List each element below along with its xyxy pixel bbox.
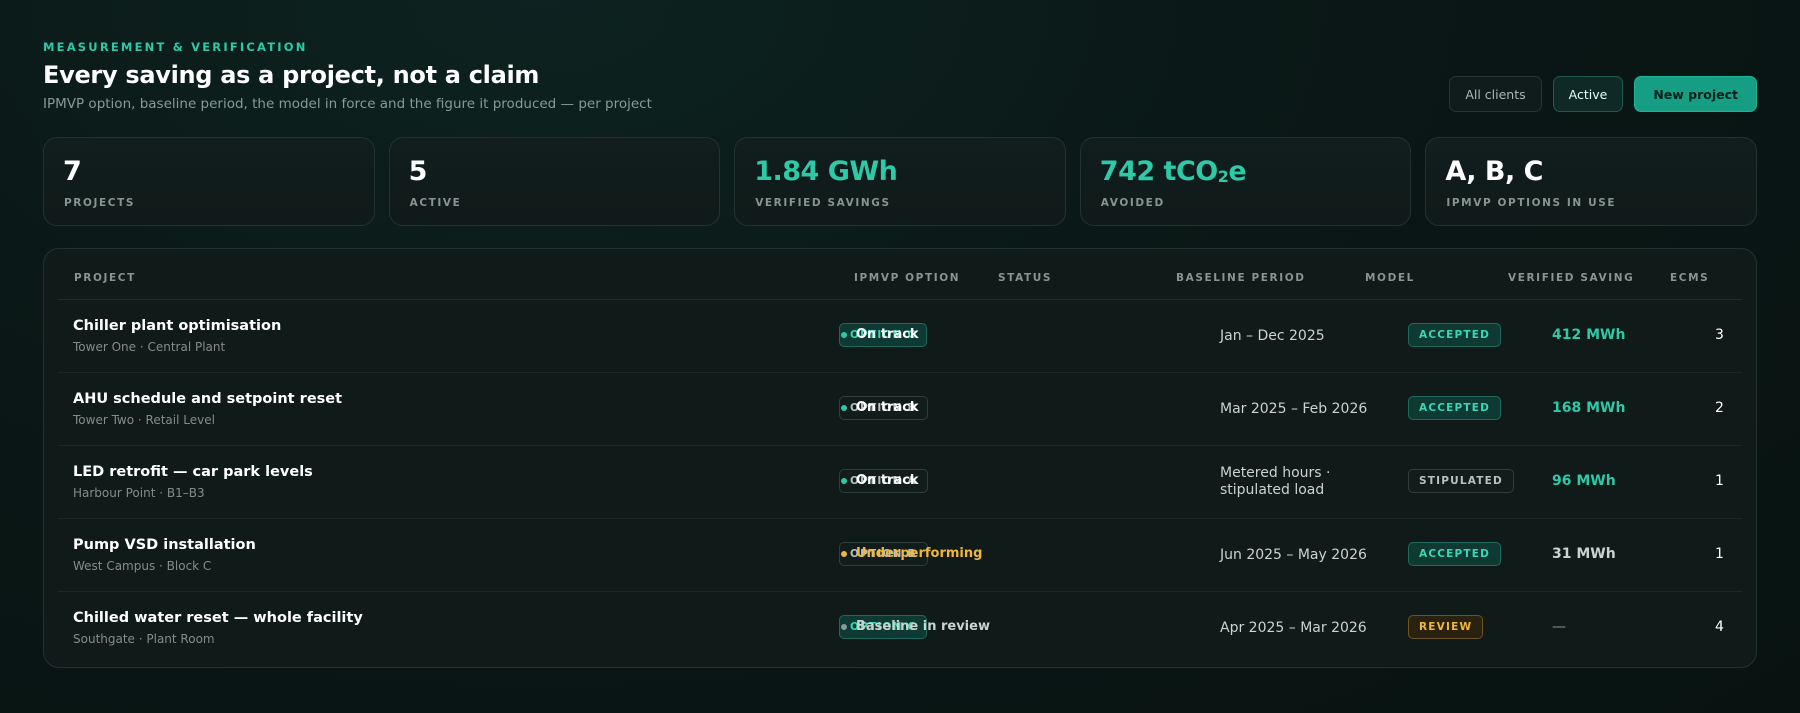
stat-value: 5: [408, 156, 428, 187]
status-dot-icon: [841, 550, 847, 557]
stat-value-subscript: 2: [1217, 167, 1229, 186]
project-name: Pump VSD installation: [73, 537, 256, 553]
ecms-count: 4: [1715, 619, 1724, 635]
section-eyebrow: MEASUREMENT & VERIFICATION: [43, 40, 308, 54]
status-text: On track: [856, 400, 919, 415]
stat-card-avoided: 742 tCO2e AVOIDED: [1079, 137, 1412, 226]
ecms-count: 1: [1715, 546, 1724, 562]
stat-value: 7: [63, 156, 82, 187]
model-badge: ACCEPTED: [1408, 542, 1502, 566]
projects-table: PROJECT IPMVP OPTION STATUS BASELINE PER…: [43, 248, 1757, 668]
stat-label: IPMVP OPTIONS IN USE: [1446, 197, 1617, 209]
baseline-period: Jun 2025 – May 2026: [1220, 547, 1367, 563]
project-location: Southgate · Plant Room: [73, 632, 215, 646]
model-badge: ACCEPTED: [1408, 396, 1502, 420]
stat-value: 1.84 GWh: [754, 156, 898, 187]
page: MEASUREMENT & VERIFICATION Every saving …: [43, 0, 1757, 668]
project-name: Chiller plant optimisation: [73, 318, 282, 334]
project-name: AHU schedule and setpoint reset: [73, 391, 343, 407]
table-row[interactable]: Pump VSD installation West Campus · Bloc…: [58, 519, 1742, 592]
table-header: PROJECT IPMVP OPTION STATUS BASELINE PER…: [58, 249, 1742, 300]
status-text: Baseline in review: [856, 619, 990, 634]
status-text: Underperforming: [856, 546, 983, 561]
project-location: West Campus · Block C: [73, 559, 212, 573]
column-header-project[interactable]: PROJECT: [74, 272, 136, 284]
column-header-ecms[interactable]: ECMS: [1670, 272, 1709, 284]
project-name: Chilled water reset — whole facility: [73, 610, 363, 626]
model-badge: ACCEPTED: [1408, 323, 1502, 347]
status-indicator: On track: [841, 327, 919, 342]
ecms-count: 3: [1715, 327, 1724, 343]
verified-saving: 31 MWh: [1552, 546, 1616, 562]
project-location: Harbour Point · B1–B3: [73, 486, 205, 500]
stat-label: VERIFIED SAVINGS: [755, 197, 891, 209]
stat-card-ipmvp-options: A, B, C IPMVP OPTIONS IN USE: [1425, 137, 1757, 226]
project-name: LED retrofit — car park levels: [73, 464, 313, 480]
column-header-model[interactable]: MODEL: [1365, 272, 1415, 284]
status-text: On track: [856, 473, 919, 488]
stat-value-tail: e: [1228, 156, 1247, 187]
header: MEASUREMENT & VERIFICATION Every saving …: [43, 0, 1757, 138]
stat-label: AVOIDED: [1100, 197, 1165, 209]
baseline-period: Apr 2025 – Mar 2026: [1220, 620, 1367, 636]
new-project-button[interactable]: New project: [1634, 76, 1757, 112]
stat-card-verified-savings: 1.84 GWh VERIFIED SAVINGS: [734, 137, 1066, 226]
baseline-period-line-1: Metered hours ·: [1220, 465, 1331, 481]
table-row[interactable]: AHU schedule and setpoint reset Tower Tw…: [58, 373, 1742, 446]
stat-value: A, B, C: [1445, 156, 1543, 187]
table-row[interactable]: LED retrofit — car park levels Harbour P…: [58, 446, 1742, 519]
verified-saving: —: [1552, 619, 1566, 635]
active-filter-button[interactable]: Active: [1552, 76, 1624, 112]
stat-value-main: 742 tCO: [1099, 156, 1218, 187]
project-location: Tower One · Central Plant: [73, 340, 226, 354]
baseline-period: Mar 2025 – Feb 2026: [1220, 401, 1368, 417]
stat-card-active: 5 ACTIVE: [388, 137, 721, 226]
project-location: Tower Two · Retail Level: [73, 413, 215, 427]
status-indicator: On track: [841, 473, 919, 488]
column-header-baseline-period[interactable]: BASELINE PERIOD: [1176, 272, 1306, 284]
status-indicator: Baseline in review: [841, 619, 990, 634]
status-dot-icon: [841, 331, 847, 338]
ecms-count: 2: [1715, 400, 1724, 416]
page-subtitle: IPMVP option, baseline period, the model…: [43, 96, 652, 112]
status-indicator: Underperforming: [841, 546, 982, 561]
baseline-period: Metered hours · stipulated load: [1220, 465, 1330, 499]
status-text: On track: [856, 327, 919, 342]
header-actions: All clients Active New project: [1449, 76, 1757, 112]
baseline-period: Jan – Dec 2025: [1220, 328, 1325, 344]
table-row[interactable]: Chiller plant optimisation Tower One · C…: [58, 300, 1742, 373]
stat-label: PROJECTS: [64, 197, 136, 209]
ecms-count: 1: [1715, 473, 1724, 489]
stat-value: 742 tCO2e: [1099, 156, 1247, 187]
status-dot-icon: [841, 623, 847, 630]
column-header-status[interactable]: STATUS: [998, 272, 1052, 284]
verified-saving: 412 MWh: [1552, 327, 1626, 343]
stats-row: 7 PROJECTS 5 ACTIVE 1.84 GWh VERIFIED SA…: [43, 137, 1757, 226]
model-badge: STIPULATED: [1408, 469, 1514, 493]
status-indicator: On track: [841, 400, 919, 415]
page-title: Every saving as a project, not a claim: [43, 61, 540, 89]
table-row[interactable]: Chilled water reset — whole facility Sou…: [58, 592, 1742, 665]
verified-saving: 96 MWh: [1552, 473, 1616, 489]
status-dot-icon: [841, 477, 847, 484]
column-header-ipmvp-option[interactable]: IPMVP OPTION: [854, 272, 960, 284]
all-clients-button[interactable]: All clients: [1449, 76, 1542, 112]
stat-card-projects: 7 PROJECTS: [43, 137, 375, 226]
column-header-verified-saving[interactable]: VERIFIED SAVING: [1508, 272, 1634, 284]
baseline-period-line-2: stipulated load: [1220, 482, 1325, 498]
status-dot-icon: [841, 404, 847, 411]
stat-label: ACTIVE: [409, 197, 462, 209]
verified-saving: 168 MWh: [1552, 400, 1626, 416]
model-badge: REVIEW: [1408, 615, 1484, 639]
